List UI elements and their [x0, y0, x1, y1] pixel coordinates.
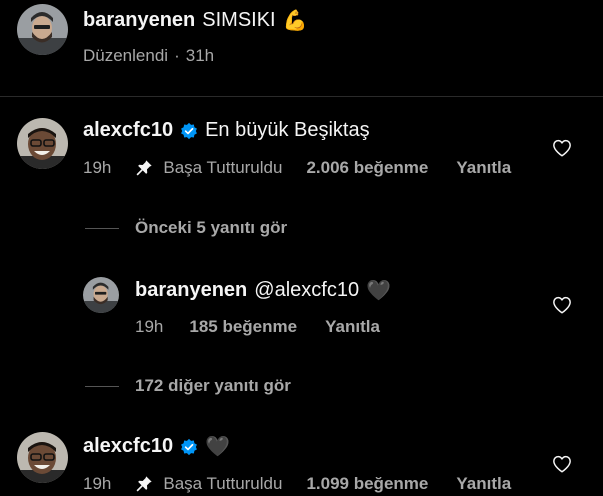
verified-badge-icon [181, 438, 197, 455]
likes-count[interactable]: 185 beğenme [189, 317, 297, 337]
comment-time: 19h [135, 317, 164, 336]
heart-outline-icon[interactable] [552, 139, 572, 157]
comment-text: SIMSIKI [202, 9, 276, 31]
edited-label: Düzenlendi [83, 46, 169, 65]
avatar-baranyenen-top[interactable] [17, 4, 68, 55]
view-more-label: 172 diğer yanıtı gör [135, 376, 291, 395]
likes-count[interactable]: 2.006 beğenme [306, 158, 428, 178]
comment-username[interactable]: alexcfc10 [83, 119, 173, 142]
reply-button[interactable]: Yanıtla [456, 474, 511, 494]
reply-button[interactable]: Yanıtla [325, 317, 380, 337]
pinned-label: Başa Tutturuldu [163, 158, 283, 177]
pinned-label: Başa Tutturuldu [163, 474, 283, 493]
black-heart-emoji: 🖤 [205, 436, 230, 458]
heart-outline-icon[interactable] [552, 296, 572, 314]
comment-time: 19h [83, 158, 112, 177]
comment-username[interactable]: alexcfc10 [83, 435, 173, 458]
pin-icon [136, 476, 153, 492]
black-heart-emoji: 🖤 [366, 280, 391, 302]
reply-button[interactable]: Yanıtla [456, 158, 511, 178]
avatar-baranyenen-reply[interactable] [83, 277, 119, 313]
comment-time: 19h [83, 474, 112, 493]
flexed-biceps-emoji: 💪 [282, 10, 308, 32]
pin-icon [136, 160, 153, 176]
view-previous-label: Önceki 5 yanıtı gör [135, 218, 288, 237]
divider-line [85, 227, 119, 229]
mention-link[interactable]: @alexcfc10 [254, 279, 359, 302]
comment-username[interactable]: baranyenen [83, 9, 195, 32]
likes-count[interactable]: 1.099 beğenme [306, 474, 428, 494]
view-more-replies[interactable]: 172 diğer yanıtı gör [85, 376, 291, 396]
section-divider [0, 96, 603, 97]
comment-text: En büyük Beşiktaş [205, 119, 370, 141]
comment-time: 31h [185, 46, 215, 65]
view-previous-replies[interactable]: Önceki 5 yanıtı gör [85, 218, 287, 238]
heart-outline-icon[interactable] [552, 455, 572, 473]
divider-line [85, 385, 119, 387]
meta-separator: · [174, 46, 180, 65]
comment-username[interactable]: baranyenen [135, 279, 247, 302]
avatar-alexcfc10[interactable] [17, 118, 68, 169]
avatar-alexcfc10[interactable] [17, 432, 68, 483]
verified-badge-icon [181, 122, 197, 139]
